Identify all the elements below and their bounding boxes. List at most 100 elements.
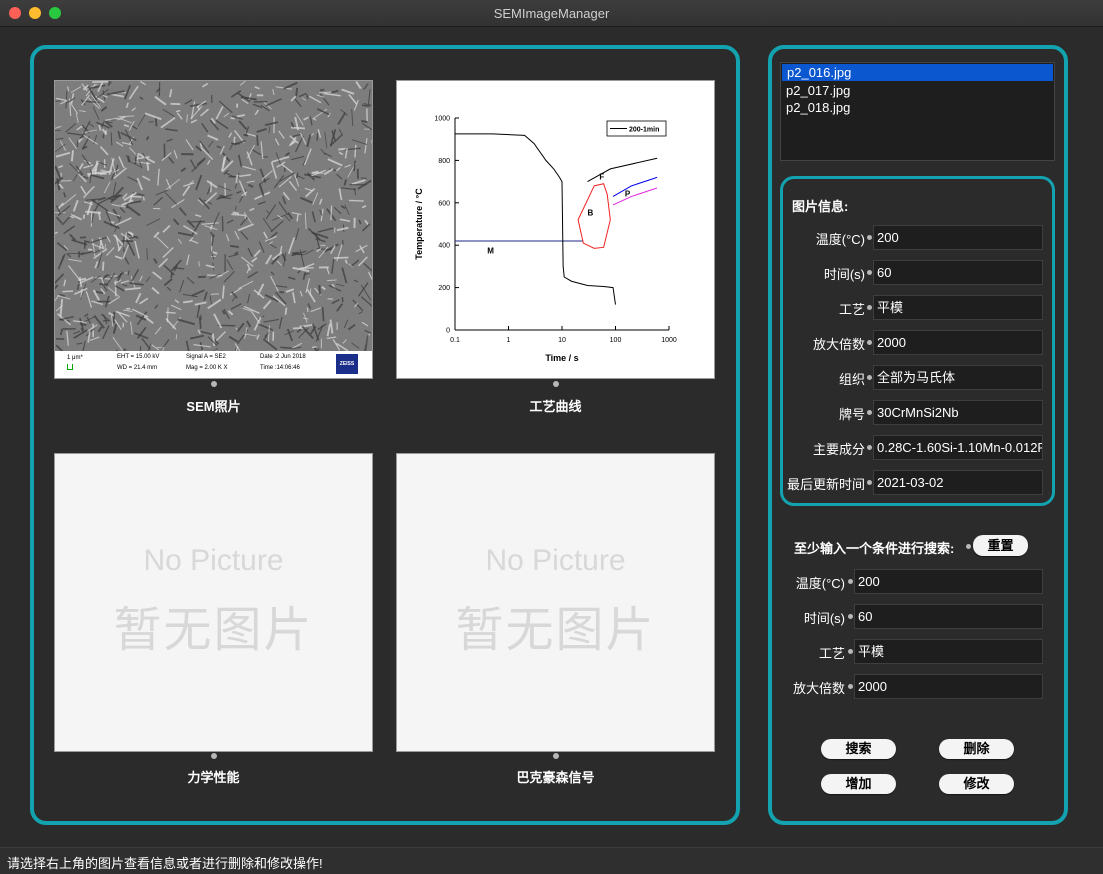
process-curve-indicator <box>553 381 559 387</box>
info-field-input[interactable]: 200 <box>873 225 1043 250</box>
info-field-label: 牌号 <box>765 404 865 423</box>
x-tick-label: 100 <box>610 337 622 344</box>
search-field-indicator <box>848 579 853 584</box>
sem-photo[interactable]: 1 μm* EHT = 15.00 kV WD = 21.4 mm Signal… <box>54 80 373 379</box>
info-field-input[interactable]: 30CrMnSi2Nb <box>873 400 1043 425</box>
info-field-input[interactable]: 2021-03-02 <box>873 470 1043 495</box>
info-field-label: 工艺 <box>765 299 865 318</box>
sem-photo-caption: SEM照片 <box>54 396 373 415</box>
status-text: 请选择右上角的图片查看信息或者进行删除和修改操作! <box>7 853 323 872</box>
y-tick-label: 600 <box>438 200 450 207</box>
search-button[interactable]: 搜索 <box>821 739 896 759</box>
barkhausen-signal-indicator <box>553 753 559 759</box>
sem-wd: WD = 21.4 mm <box>117 365 157 371</box>
mechanical-properties-image[interactable]: No Picture 暂无图片 <box>54 453 373 752</box>
info-field-indicator <box>867 445 872 450</box>
info-field-input[interactable]: 全部为马氏体 <box>873 365 1043 390</box>
reference-curve <box>613 188 657 205</box>
info-field-indicator <box>867 305 872 310</box>
image-info-title: 图片信息: <box>792 196 848 215</box>
x-tick-label: 10 <box>558 337 566 344</box>
sem-photo-indicator <box>211 381 217 387</box>
sem-scale-bar <box>67 364 73 370</box>
info-field-label: 最后更新时间 <box>765 474 865 493</box>
zeiss-logo: ZEISS <box>336 354 358 374</box>
no-picture-text: No Picture <box>397 544 714 578</box>
region-label: M <box>487 247 494 256</box>
bainite-region <box>578 184 610 249</box>
region-label: B <box>588 209 594 218</box>
y-tick-label: 0 <box>446 328 450 335</box>
mechanical-properties-indicator <box>211 753 217 759</box>
legend-label: 200-1min <box>629 127 659 134</box>
file-list-item[interactable]: p2_017.jpg <box>781 82 1054 99</box>
file-list-item[interactable]: p2_016.jpg <box>782 64 1053 81</box>
search-field-label: 工艺 <box>745 643 845 662</box>
search-field-indicator <box>848 684 853 689</box>
series-line <box>455 134 616 305</box>
region-label: F <box>599 172 604 181</box>
info-field-indicator <box>867 410 872 415</box>
sem-eht: EHT = 15.00 kV <box>117 354 159 360</box>
search-field-indicator <box>848 614 853 619</box>
window-title: SEMImageManager <box>0 6 1103 21</box>
barkhausen-signal-image[interactable]: No Picture 暂无图片 <box>396 453 715 752</box>
info-field-label: 组织 <box>765 369 865 388</box>
info-field-indicator <box>867 340 872 345</box>
info-field-label: 时间(s) <box>765 264 865 283</box>
info-field-input[interactable]: 60 <box>873 260 1043 285</box>
reset-indicator <box>966 544 971 549</box>
x-tick-label: 1 <box>507 337 511 344</box>
title-bar: SEMImageManager <box>0 0 1103 27</box>
sem-info-bar: 1 μm* EHT = 15.00 kV WD = 21.4 mm Signal… <box>55 351 372 378</box>
status-bar: 请选择右上角的图片查看信息或者进行删除和修改操作! <box>0 847 1103 874</box>
delete-button[interactable]: 删除 <box>939 739 1014 759</box>
search-title: 至少输入一个条件进行搜索: <box>794 538 954 557</box>
search-field-label: 温度(°C) <box>745 573 845 592</box>
y-tick-label: 400 <box>438 243 450 250</box>
process-curve-image[interactable]: 0.1 1 10 100 1000 0 200 400 600 800 1000 Time / s Te… <box>396 80 715 379</box>
info-field-indicator <box>867 235 872 240</box>
info-field-label: 温度(°C) <box>765 229 865 248</box>
mechanical-properties-caption: 力学性能 <box>54 767 373 786</box>
reset-button[interactable]: 重置 <box>973 535 1028 556</box>
info-field-input[interactable]: 2000 <box>873 330 1043 355</box>
file-list-item[interactable]: p2_018.jpg <box>781 99 1054 116</box>
search-field-input[interactable]: 2000 <box>854 674 1043 699</box>
no-picture-cn-text: 暂无图片 <box>55 590 372 660</box>
y-tick-label: 1000 <box>434 116 450 123</box>
add-button[interactable]: 增加 <box>821 774 896 794</box>
info-field-label: 放大倍数 <box>765 334 865 353</box>
sem-time: Time :14:06:46 <box>260 365 300 371</box>
search-field-input[interactable]: 平模 <box>854 639 1043 664</box>
no-picture-cn-text: 暂无图片 <box>397 590 714 660</box>
search-field-input[interactable]: 60 <box>854 604 1043 629</box>
info-field-input[interactable]: 0.28C-1.60Si-1.10Mn-0.012P- <box>873 435 1043 460</box>
sem-scale: 1 μm* <box>67 355 83 361</box>
sem-date: Date :2 Jun 2018 <box>260 354 306 360</box>
info-field-input[interactable]: 平模 <box>873 295 1043 320</box>
reference-curve <box>613 177 657 196</box>
search-field-label: 放大倍数 <box>745 678 845 697</box>
info-field-indicator <box>867 480 872 485</box>
no-picture-text: No Picture <box>55 544 372 578</box>
file-list[interactable]: p2_016.jpg p2_017.jpg p2_018.jpg <box>780 62 1055 161</box>
modify-button[interactable]: 修改 <box>939 774 1014 794</box>
info-field-indicator <box>867 375 872 380</box>
info-field-indicator <box>867 270 872 275</box>
sem-mag: Mag = 2.00 K X <box>186 365 228 371</box>
y-axis-label: Temperature / °C <box>414 188 424 260</box>
sem-texture <box>55 81 372 351</box>
x-axis-label: Time / s <box>545 353 578 363</box>
x-tick-label: 0.1 <box>450 337 460 344</box>
search-field-label: 时间(s) <box>745 608 845 627</box>
barkhausen-signal-caption: 巴克豪森信号 <box>396 767 715 786</box>
reference-curve <box>588 158 658 181</box>
x-tick-label: 1000 <box>661 337 677 344</box>
search-field-indicator <box>848 649 853 654</box>
y-tick-label: 200 <box>438 285 450 292</box>
search-field-input[interactable]: 200 <box>854 569 1043 594</box>
y-tick-label: 800 <box>438 158 450 165</box>
info-field-label: 主要成分 <box>765 439 865 458</box>
sem-signal: Signal A = SE2 <box>186 354 226 360</box>
